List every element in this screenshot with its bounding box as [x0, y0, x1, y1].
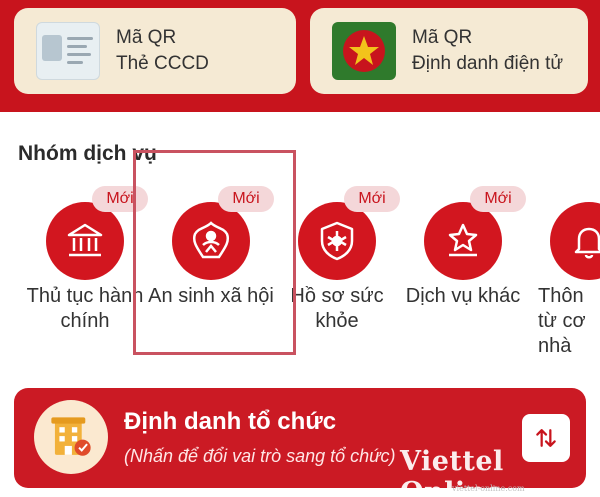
new-badge: Mới [344, 186, 400, 212]
service-label: Thôn từ cơ nhà [538, 285, 586, 356]
org-banner-subtitle: (Nhấn để đổi vai trò sang tổ chức) [124, 446, 396, 466]
id-card-icon [36, 22, 100, 80]
qr-card-dinh-danh[interactable]: Mã QR Định danh điện tử [310, 8, 588, 94]
qr-card-title: Mã QR [116, 27, 177, 48]
qr-card-subtitle: Định danh điện tử [412, 53, 564, 74]
star-podium-icon [424, 202, 502, 280]
qr-card-title: Mã QR [412, 27, 473, 48]
qr-header-band: Mã QR Thẻ CCCD Mã QR Định danh điện tử [0, 0, 600, 112]
qr-card-subtitle: Thẻ CCCD [116, 53, 209, 74]
emblem-icon [332, 22, 396, 80]
health-shield-icon [298, 202, 376, 280]
new-badge: Mới [470, 186, 526, 212]
building-badge-icon [34, 400, 108, 474]
service-label: Dịch vụ khác [405, 285, 521, 307]
qr-card-cccd[interactable]: Mã QR Thẻ CCCD [14, 8, 296, 94]
government-building-icon [46, 202, 124, 280]
watermark-url: viettel-online.com [452, 484, 525, 493]
org-banner-title: Định danh tổ chức [124, 408, 337, 435]
highlight-box [133, 150, 296, 355]
service-thong-tin[interactable]: Thôn từ cơ nhà [526, 186, 600, 356]
bell-icon [550, 202, 600, 280]
